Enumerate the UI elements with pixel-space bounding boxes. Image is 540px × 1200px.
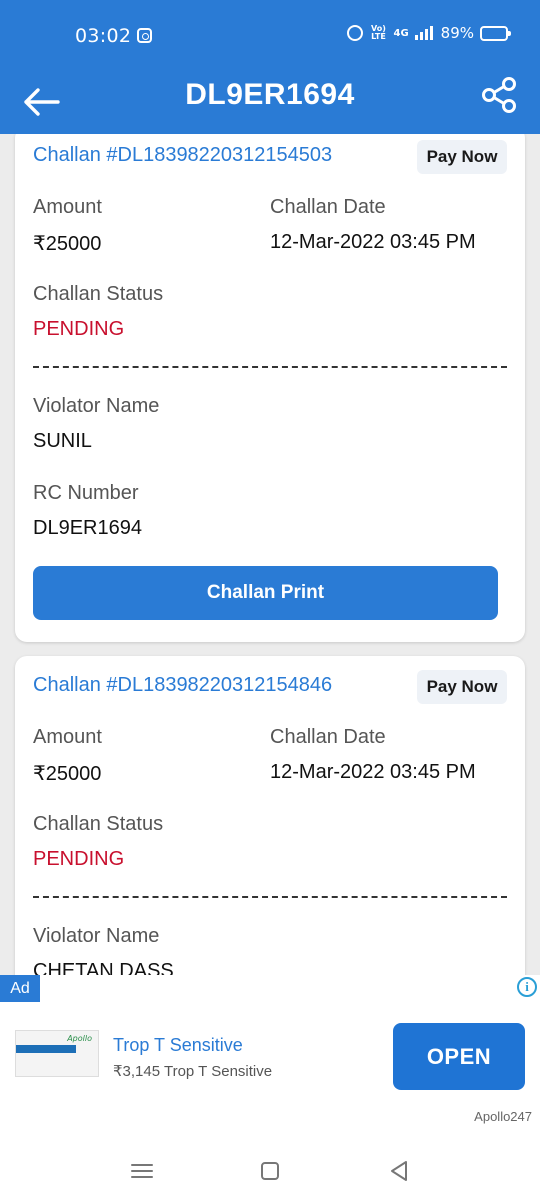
ad-subtitle: ₹3,145 Trop T Sensitive [113, 1063, 273, 1080]
status-icons: Vo) LTE 4G 89% [347, 24, 511, 42]
amount-value: ₹25000 [33, 763, 102, 785]
ad-open-button[interactable]: OPEN [393, 1023, 525, 1090]
pay-now-button[interactable]: Pay Now [417, 670, 507, 704]
rc-number-label: RC Number [33, 482, 139, 504]
ad-banner[interactable]: Ad i Apollo Trop T Sensitive ₹3,145 Trop… [0, 975, 540, 1140]
violator-name-label: Violator Name [33, 395, 160, 417]
challan-status-label: Challan Status [33, 283, 164, 305]
pay-now-button[interactable]: Pay Now [417, 140, 507, 174]
challan-status-label: Challan Status [33, 813, 164, 835]
signal-icon [414, 26, 433, 40]
ad-product-image[interactable]: Apollo [15, 1030, 99, 1077]
info-icon[interactable]: i [517, 977, 537, 997]
challan-print-button[interactable]: Challan Print [33, 566, 498, 620]
home-square-icon [261, 1162, 279, 1180]
back-nav-button[interactable] [384, 1156, 414, 1186]
ad-badge: Ad [0, 975, 40, 1002]
challan-date-label: Challan Date [270, 726, 386, 748]
divider [33, 896, 507, 898]
amount-value: ₹25000 [33, 233, 102, 255]
share-icon [482, 77, 516, 113]
violator-name-label: Violator Name [33, 925, 160, 947]
battery-icon [480, 25, 511, 41]
challan-card: Challan #DL1839822031215450​3 Pay Now Am… [15, 134, 525, 642]
challan-number: Challan #DL18398220312154846 [33, 674, 333, 696]
alarm-icon [347, 25, 364, 41]
share-button[interactable] [480, 75, 520, 115]
challan-number: Challan #DL1839822031215450​3 [33, 144, 333, 166]
back-triangle-icon [391, 1161, 407, 1181]
violator-name-value: SUNIL [33, 430, 92, 452]
page-title: DL9ER1694 [185, 78, 355, 111]
battery-percent: 89% [440, 24, 474, 42]
ad-title[interactable]: Trop T Sensitive [113, 1035, 243, 1056]
instagram-icon [137, 28, 152, 43]
app-bar: DL9ER1694 [0, 70, 540, 134]
status-badge: PENDING [33, 318, 125, 340]
rc-number-value: DL9ER1694 [33, 517, 142, 539]
challan-date-value: 12-Mar-2022 03:45 PM [270, 761, 476, 783]
violator-name-value: CHETAN DASS [33, 960, 174, 975]
status-time: 03:02 [75, 25, 132, 47]
network-type: 4G [393, 27, 409, 39]
menu-icon [131, 1164, 153, 1178]
status-bar: 03:02 Vo) LTE 4G 89% [0, 0, 540, 70]
amount-label: Amount [33, 196, 102, 218]
home-button[interactable] [255, 1156, 285, 1186]
system-nav-bar [0, 1140, 540, 1200]
challan-date-value: 12-Mar-2022 03:45 PM [270, 231, 476, 253]
challan-date-label: Challan Date [270, 196, 386, 218]
challan-list[interactable]: Challan #DL1839822031215450​3 Pay Now Am… [0, 134, 540, 975]
challan-card: Challan #DL18398220312154846 Pay Now Amo… [15, 656, 525, 975]
status-badge: PENDING [33, 848, 125, 870]
ad-brand: Apollo247 [474, 1109, 532, 1124]
divider [33, 366, 507, 368]
volte-icon: Vo) LTE [371, 24, 386, 41]
amount-label: Amount [33, 726, 102, 748]
recent-apps-button[interactable] [127, 1156, 157, 1186]
